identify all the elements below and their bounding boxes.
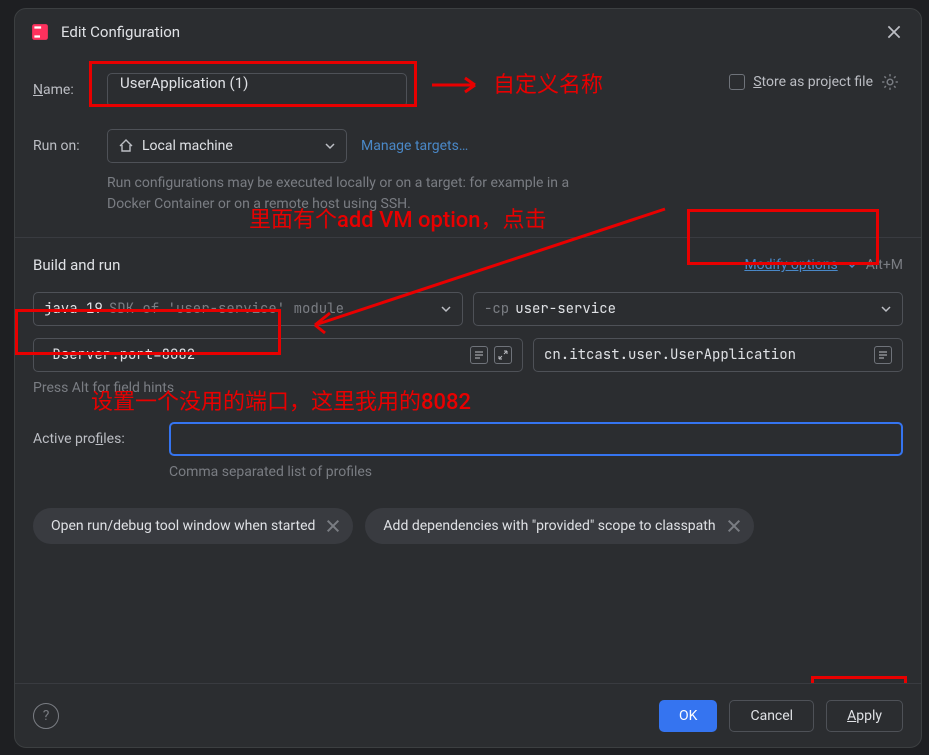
edit-configuration-dialog: Edit Configuration Name: Store as projec… — [14, 8, 922, 748]
profiles-row: Active profiles: — [33, 422, 903, 456]
dialog-footer: ? OK Cancel Apply — [15, 683, 921, 747]
vm-options-input[interactable]: -Dserver.port=8082 — [33, 338, 523, 372]
build-header: Build and run Modify options Alt+M — [33, 256, 903, 274]
classpath-dropdown[interactable]: -cp user-service — [473, 292, 903, 326]
name-row: Name: Store as project file — [33, 73, 903, 107]
chevron-down-icon — [324, 140, 336, 152]
inline-hint-icon[interactable] — [470, 346, 488, 364]
home-icon — [118, 138, 134, 154]
runon-row: Run on: Local machine Manage targets… — [33, 129, 903, 163]
field-icons — [470, 346, 512, 364]
active-profiles-input[interactable] — [169, 422, 903, 456]
runon-dropdown[interactable]: Local machine — [107, 129, 347, 163]
chip-label: Add dependencies with "provided" scope t… — [383, 518, 715, 534]
expand-icon[interactable] — [494, 346, 512, 364]
cp-prefix: -cp — [484, 300, 509, 318]
profiles-hint: Comma separated list of profiles — [169, 464, 903, 480]
close-icon[interactable] — [325, 518, 341, 534]
name-input[interactable] — [120, 74, 394, 92]
store-as-project-file[interactable]: Store as project file — [729, 73, 899, 91]
vm-options-value: -Dserver.port=8082 — [44, 346, 195, 364]
manage-targets-link[interactable]: Manage targets… — [361, 138, 468, 154]
main-class-value: cn.itcast.user.UserApplication — [544, 346, 796, 364]
chip-provided-scope[interactable]: Add dependencies with "provided" scope t… — [365, 508, 753, 544]
jdk-cp-row: java 19 SDK of 'user-service' module -cp… — [33, 292, 903, 326]
app-icon — [31, 23, 49, 41]
chevron-down-icon — [880, 303, 892, 315]
help-button[interactable]: ? — [33, 703, 59, 729]
chevron-down-icon — [846, 259, 858, 271]
runon-value: Local machine — [142, 138, 233, 154]
cancel-button[interactable]: Cancel — [729, 700, 814, 732]
titlebar: Edit Configuration — [15, 9, 921, 51]
modify-options-wrap: Modify options Alt+M — [744, 257, 903, 273]
section-divider — [15, 237, 921, 238]
store-checkbox[interactable] — [729, 74, 745, 90]
vm-hint: Press Alt for field hints — [33, 380, 903, 396]
vm-mainclass-row: -Dserver.port=8082 cn.itcast.user.UserAp… — [33, 338, 903, 372]
jdk-desc: SDK of 'user-service' module — [109, 300, 344, 318]
close-icon[interactable] — [885, 23, 903, 41]
chip-open-tool-window[interactable]: Open run/debug tool window when started — [33, 508, 353, 544]
profiles-label: Active profiles: — [33, 431, 157, 447]
build-and-run-title: Build and run — [33, 256, 120, 274]
chevron-down-icon — [440, 303, 452, 315]
runon-hint: Run configurations may be executed local… — [107, 173, 607, 215]
anno-apply-box — [811, 676, 907, 683]
name-label: Name: — [33, 82, 107, 98]
inline-hint-icon[interactable] — [874, 346, 892, 364]
field-icons — [874, 346, 892, 364]
chip-label: Open run/debug tool window when started — [51, 518, 315, 534]
modify-shortcut: Alt+M — [866, 257, 903, 273]
close-icon[interactable] — [726, 518, 742, 534]
dialog-title: Edit Configuration — [61, 23, 885, 41]
dialog-content: Name: Store as project file Run on: Loca… — [15, 51, 921, 683]
gear-icon[interactable] — [881, 73, 899, 91]
ok-button[interactable]: OK — [659, 700, 717, 732]
store-label: Store as project file — [753, 74, 873, 90]
options-chips: Open run/debug tool window when started … — [33, 508, 903, 544]
main-class-input[interactable]: cn.itcast.user.UserApplication — [533, 338, 903, 372]
apply-button[interactable]: Apply — [826, 700, 903, 732]
jdk-name: java 19 — [44, 300, 103, 318]
jdk-dropdown[interactable]: java 19 SDK of 'user-service' module — [33, 292, 463, 326]
name-input-wrapper — [107, 73, 407, 107]
cp-value: user-service — [515, 300, 616, 318]
runon-label: Run on: — [33, 138, 107, 154]
modify-options-link[interactable]: Modify options — [744, 257, 837, 273]
